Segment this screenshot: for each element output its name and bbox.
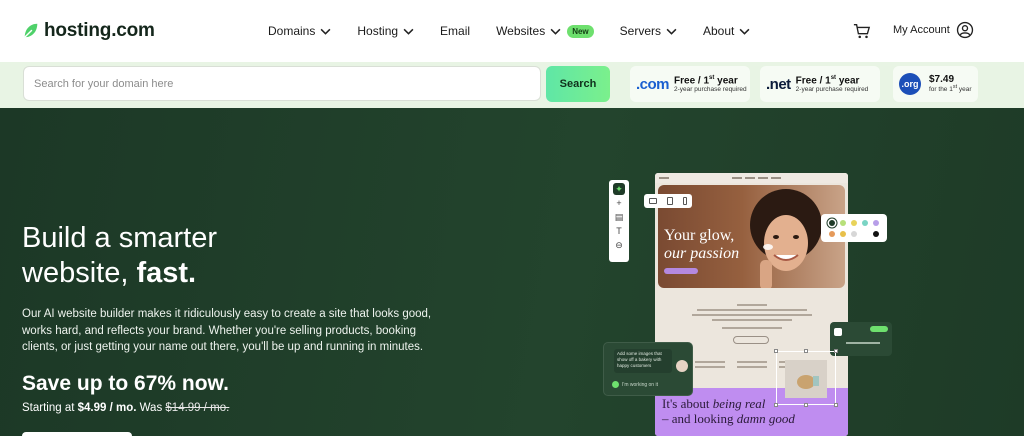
- menu-item-hosting[interactable]: Hosting: [357, 22, 414, 40]
- editor-properties-card: [830, 322, 892, 356]
- top-navigation: hosting.com Domains Hosting Email Websit…: [0, 0, 1024, 62]
- color-swatch: [851, 231, 857, 237]
- org-logo-icon: .org: [899, 73, 921, 95]
- preview-feature: [737, 358, 767, 368]
- hero-price: Starting at $4.99 / mo. Was $14.99 / mo.: [22, 402, 230, 414]
- device-switcher: [644, 194, 692, 208]
- logo-leaf-icon: [24, 23, 38, 38]
- menu-item-label: Domains: [268, 24, 316, 38]
- color-swatch: [840, 231, 846, 237]
- tld-offer-com[interactable]: .com Free / 1st year 2-year purchase req…: [630, 66, 750, 102]
- color-swatch: [829, 220, 835, 226]
- color-swatch: [829, 231, 835, 237]
- preview-button: [733, 336, 769, 344]
- woman-portrait-illustration: [750, 189, 822, 288]
- editor-side-toolbar: ✦ + ▤ T ⊖: [609, 180, 629, 262]
- ai-assistant-icon: [612, 381, 619, 388]
- hero-description: Our AI website builder makes it ridiculo…: [22, 308, 432, 353]
- phone-icon: [683, 197, 687, 205]
- color-swatch: [873, 231, 879, 237]
- tld-sub-text: 2-year purchase required: [674, 86, 747, 94]
- chevron-down-icon: [739, 28, 750, 35]
- ai-status: I'm working on it: [612, 381, 658, 388]
- tld-main-text: Free / 1st year: [795, 74, 860, 87]
- hero-save-headline: Save up to 67% now.: [22, 372, 229, 395]
- preview-cta-pill: [664, 268, 698, 274]
- search-button[interactable]: Search: [546, 66, 610, 102]
- menu-item-label: Email: [440, 24, 471, 38]
- add-icon: +: [616, 198, 622, 208]
- tld-main-text: $7.49: [929, 74, 955, 86]
- preview-feature: [695, 358, 725, 368]
- hero-section: Build a smarter website, fast. Our AI we…: [0, 108, 1024, 436]
- menu-item-websites[interactable]: Websites New: [496, 22, 594, 40]
- menu-item-label: Websites: [496, 24, 546, 38]
- tld-sub-text: for the 1st year: [929, 84, 972, 94]
- my-account-link[interactable]: My Account: [893, 21, 974, 39]
- hero-cta-button[interactable]: [22, 432, 132, 436]
- chevron-down-icon: [550, 28, 561, 35]
- chevron-down-icon: [320, 28, 331, 35]
- color-swatch: [873, 220, 879, 226]
- preview-glow-heading: Your glow, our passion: [664, 227, 740, 262]
- user-avatar: [676, 360, 688, 372]
- color-swatch: [840, 220, 846, 226]
- tablet-icon: [667, 197, 673, 205]
- ai-chat-card: Add some images that show off a bakery w…: [603, 342, 693, 396]
- new-badge: New: [567, 24, 594, 38]
- main-menu: Domains Hosting Email Websites New Serve…: [268, 22, 776, 40]
- menu-item-label: Servers: [619, 24, 661, 38]
- domain-search-input[interactable]: [23, 66, 541, 101]
- preview-text-lines: [685, 301, 818, 332]
- chevron-down-icon: [403, 28, 414, 35]
- domain-search-bar: Search .com Free / 1st year 2-year purch…: [0, 62, 1024, 108]
- ai-assistant-icon: ✦: [613, 183, 625, 195]
- color-palette-card: [821, 214, 887, 242]
- ai-prompt-bubble: Add some images that show off a bakery w…: [614, 349, 672, 373]
- selected-image-frame: [774, 349, 838, 407]
- chevron-down-icon: [666, 28, 677, 35]
- preview-top-bar: [655, 173, 848, 183]
- menu-item-label: About: [703, 24, 735, 38]
- tld-offer-org[interactable]: .org $7.49 for the 1st year: [893, 66, 978, 102]
- cart-icon[interactable]: [853, 22, 871, 40]
- menu-item-domains[interactable]: Domains: [268, 22, 331, 40]
- tld-name: .com: [636, 75, 670, 93]
- product-image: [785, 360, 827, 398]
- color-swatch: [862, 220, 868, 226]
- layout-icon: ▤: [614, 211, 624, 222]
- menu-item-label: Hosting: [357, 24, 399, 38]
- tld-name: .net: [766, 75, 791, 93]
- menu-item-servers[interactable]: Servers: [620, 22, 677, 40]
- menu-item-about[interactable]: About: [703, 22, 750, 40]
- menu-item-email[interactable]: Email: [440, 22, 470, 40]
- text-icon: T: [616, 226, 622, 236]
- tld-main-text: Free / 1st year: [674, 74, 738, 87]
- desktop-icon: [649, 198, 657, 204]
- color-swatch: [851, 220, 857, 226]
- logo-text: hosting.com: [44, 20, 155, 41]
- tld-offer-net[interactable]: .net Free / 1st year 2-year purchase req…: [760, 66, 880, 102]
- logo[interactable]: hosting.com: [22, 20, 155, 42]
- layers-icon: ⊖: [615, 239, 623, 250]
- user-circle-icon: [956, 21, 974, 39]
- preview-purple-heading: It's about being real – and looking damn…: [662, 396, 795, 426]
- hero-title: Build a smarter website, fast.: [22, 222, 218, 289]
- tld-sub-text: 2-year purchase required: [795, 86, 869, 94]
- account-label: My Account: [893, 24, 950, 36]
